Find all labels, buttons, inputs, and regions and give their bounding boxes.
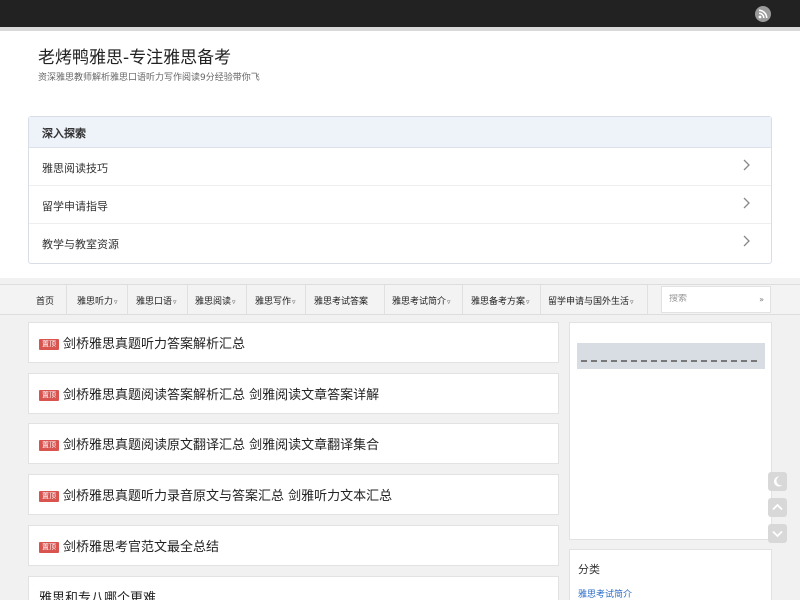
sticky-badge: 置顶	[39, 339, 59, 350]
nav-item-label: 雅思考试简介	[392, 297, 447, 307]
nav-item-speaking[interactable]: 雅思口语▿	[136, 285, 177, 314]
nav-divider	[540, 285, 541, 314]
search-box: »	[661, 286, 771, 313]
post-item[interactable]: 置顶 剑桥雅思真题阅读答案解析汇总 剑雅阅读文章答案详解	[28, 373, 559, 414]
nav-divider	[246, 285, 247, 314]
site-title[interactable]: 老烤鸭雅思-专注雅思备考	[38, 43, 231, 68]
chevron-down-icon: ▿	[114, 298, 118, 306]
post-item[interactable]: 置顶 剑桥雅思考官范文最全总结	[28, 525, 559, 566]
post-item[interactable]: 置顶 剑桥雅思真题阅读原文翻译汇总 剑雅阅读文章翻译集合	[28, 423, 559, 464]
nav-item-label: 雅思阅读	[195, 297, 232, 307]
post-item[interactable]: 雅思和专八哪个更难	[28, 576, 559, 600]
nav-item-label: 雅思听力	[77, 297, 114, 307]
nav-item-label: 首页	[36, 297, 55, 307]
post-title[interactable]: 剑桥雅思考官范文最全总结	[63, 540, 219, 555]
post-title[interactable]: 剑桥雅思真题阅读原文翻译汇总 剑雅阅读文章翻译集合	[63, 438, 379, 453]
search-input[interactable]	[669, 294, 749, 304]
nav-item-prep-plan[interactable]: 雅思备考方案▿	[471, 285, 530, 314]
nav-divider	[66, 285, 67, 314]
explore-item[interactable]: 教学与教室资源	[29, 224, 771, 262]
chevron-down-icon	[772, 530, 783, 538]
sticky-badge: 置顶	[39, 440, 59, 451]
categories-widget: 分类 雅思考试简介	[569, 549, 772, 600]
categories-title: 分类	[578, 563, 600, 576]
post-title[interactable]: 雅思和专八哪个更难	[39, 591, 156, 600]
nav-item-exam-intro[interactable]: 雅思考试简介▿	[392, 285, 451, 314]
nav-item-home[interactable]: 首页	[36, 285, 54, 314]
chevron-down-icon: ▿	[526, 298, 530, 306]
nav-item-label: 雅思备考方案	[471, 297, 526, 307]
nav-divider	[462, 285, 463, 314]
nav-item-listening[interactable]: 雅思听力▿	[77, 285, 118, 314]
nav-item-answers[interactable]: 雅思考试答案	[314, 285, 368, 314]
chevron-up-icon	[772, 503, 783, 511]
explore-panel: 深入探索 雅思阅读技巧 留学申请指导 教学与教室资源	[28, 116, 772, 264]
chevron-down-icon: ▿	[630, 298, 634, 306]
nav-item-reading[interactable]: 雅思阅读▿	[195, 285, 236, 314]
nav-divider	[384, 285, 385, 314]
nav-item-label: 雅思口语	[136, 297, 173, 307]
explore-item[interactable]: 留学申请指导	[29, 186, 771, 224]
rss-icon[interactable]	[755, 6, 771, 22]
post-item[interactable]: 置顶 剑桥雅思真题听力答案解析汇总	[28, 322, 559, 363]
nav-item-study-abroad[interactable]: 留学申请与国外生活▿	[548, 285, 634, 314]
site-header: 老烤鸭雅思-专注雅思备考 资深雅思教师解析雅思口语听力写作阅读9分经验带你飞 深…	[0, 31, 800, 278]
main-nav: 首页 雅思听力▿ 雅思口语▿ 雅思阅读▿ 雅思写作▿ 雅思考试答案 雅思考试简介…	[0, 284, 800, 315]
post-title[interactable]: 剑桥雅思真题听力答案解析汇总	[63, 337, 245, 352]
explore-item-label: 雅思阅读技巧	[42, 162, 108, 175]
scroll-down-button[interactable]	[768, 524, 787, 543]
chevron-right-icon	[743, 235, 750, 247]
explore-item-label: 留学申请指导	[42, 200, 108, 213]
site-description: 资深雅思教师解析雅思口语听力写作阅读9分经验带你飞	[38, 73, 260, 83]
explore-item-label: 教学与教室资源	[42, 238, 119, 251]
moon-icon	[773, 476, 783, 487]
chevron-down-icon: ▿	[292, 298, 296, 306]
sidebar-widget	[569, 322, 772, 540]
chevron-down-icon: ▿	[447, 298, 451, 306]
explore-item[interactable]: 雅思阅读技巧	[29, 148, 771, 186]
post-item[interactable]: 置顶 剑桥雅思真题听力录音原文与答案汇总 剑雅听力文本汇总	[28, 474, 559, 515]
nav-item-label: 雅思考试答案	[314, 297, 369, 307]
nav-item-writing[interactable]: 雅思写作▿	[255, 285, 296, 314]
search-button[interactable]: »	[759, 295, 764, 304]
sticky-badge: 置顶	[39, 491, 59, 502]
chevron-down-icon: ▿	[173, 298, 177, 306]
nav-divider	[187, 285, 188, 314]
nav-divider	[305, 285, 306, 314]
explore-heading: 深入探索	[29, 117, 771, 148]
sticky-badge: 置顶	[39, 390, 59, 401]
nav-item-label: 留学申请与国外生活	[548, 297, 630, 307]
banner-text-placeholder	[581, 360, 761, 362]
post-title[interactable]: 剑桥雅思真题阅读答案解析汇总 剑雅阅读文章答案详解	[63, 388, 379, 403]
nav-divider	[647, 285, 648, 314]
top-bar	[0, 0, 800, 27]
sidebar-banner[interactable]	[577, 343, 765, 369]
chevron-right-icon	[743, 197, 750, 209]
chevron-down-icon: ▿	[232, 298, 236, 306]
nav-item-label: 雅思写作	[255, 297, 292, 307]
night-mode-button[interactable]	[768, 472, 787, 491]
sticky-badge: 置顶	[39, 542, 59, 553]
chevron-right-icon	[743, 159, 750, 171]
post-title[interactable]: 剑桥雅思真题听力录音原文与答案汇总 剑雅听力文本汇总	[63, 489, 392, 504]
category-link[interactable]: 雅思考试简介	[578, 587, 632, 600]
scroll-up-button[interactable]	[768, 498, 787, 517]
nav-divider	[127, 285, 128, 314]
